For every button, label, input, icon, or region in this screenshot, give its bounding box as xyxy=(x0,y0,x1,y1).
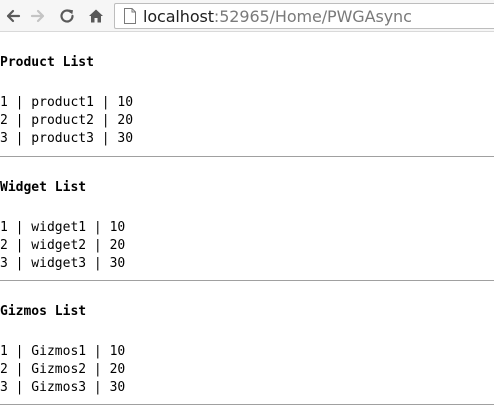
section-divider xyxy=(0,404,494,405)
list-row: 2 | widget2 | 20 xyxy=(0,238,126,253)
arrow-left-icon xyxy=(6,9,21,23)
section-title-product: Product List xyxy=(0,55,94,70)
browser-toolbar: localhost:52965/Home/PWGAsync xyxy=(0,0,494,32)
back-button[interactable] xyxy=(3,6,23,26)
list-row: 3 | product3 | 30 xyxy=(0,131,134,146)
list-row: 2 | Gizmos2 | 20 xyxy=(0,362,126,377)
list-row: 3 | Gizmos3 | 30 xyxy=(0,380,126,395)
section-title-gizmos: Gizmos List xyxy=(0,304,87,319)
page-icon xyxy=(124,8,136,24)
list-row: 2 | product2 | 20 xyxy=(0,113,134,128)
url-host: localhost xyxy=(143,6,214,26)
forward-button[interactable] xyxy=(28,6,48,26)
list-row: 1 | Gizmos1 | 10 xyxy=(0,344,126,359)
reload-button[interactable] xyxy=(57,6,77,26)
section-divider xyxy=(0,280,494,281)
address-bar[interactable]: localhost:52965/Home/PWGAsync xyxy=(114,3,494,29)
list-row: 3 | widget3 | 30 xyxy=(0,256,126,271)
section-title-widget: Widget List xyxy=(0,180,87,195)
url-path: :52965/Home/PWGAsync xyxy=(213,6,412,26)
list-row: 1 | widget1 | 10 xyxy=(0,220,126,235)
url-text: localhost:52965/Home/PWGAsync xyxy=(143,7,412,26)
reload-icon xyxy=(60,9,74,23)
arrow-right-icon xyxy=(30,9,45,23)
list-row: 1 | product1 | 10 xyxy=(0,95,134,110)
home-button[interactable] xyxy=(86,6,106,26)
section-divider xyxy=(0,156,494,157)
home-icon xyxy=(89,9,103,23)
